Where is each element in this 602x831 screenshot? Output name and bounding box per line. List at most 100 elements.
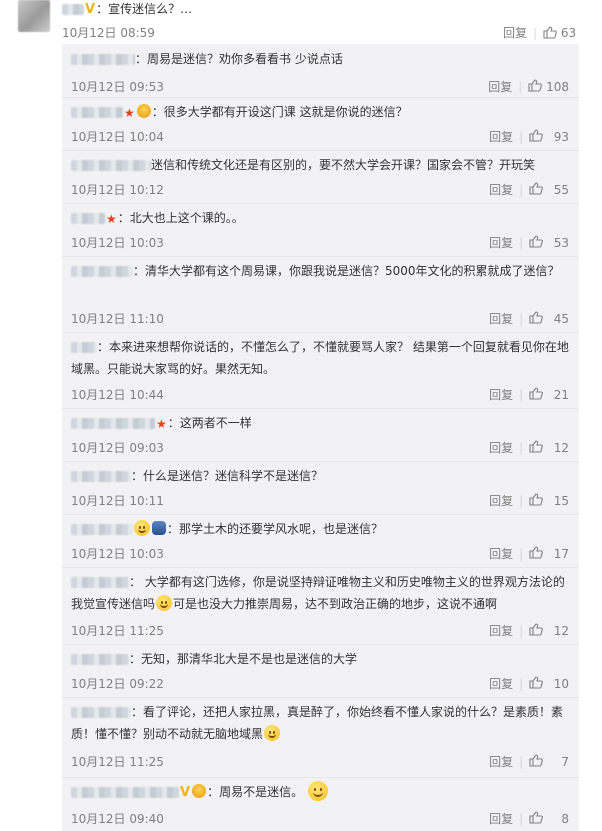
username-blurred[interactable] [71, 342, 97, 353]
reply-button[interactable]: 回复 [489, 494, 513, 508]
divider: | [519, 493, 524, 508]
reply-button[interactable]: 回复 [489, 236, 513, 250]
like-button[interactable]: 108 [528, 79, 569, 94]
like-button[interactable]: 17 [529, 546, 569, 561]
username-blurred[interactable] [71, 213, 105, 224]
reply-date: 10月12日 11:25 [71, 624, 164, 638]
like-button[interactable]: 7 [529, 754, 569, 769]
replies-panel: ：周易是迷信？劝你多看看书 少说点话 10月12日 09:53 回复 | 108 … [62, 44, 579, 831]
reply-button[interactable]: 回复 [489, 755, 513, 769]
like-count: 93 [553, 129, 569, 144]
divider: | [519, 129, 524, 144]
divider: | [519, 182, 524, 197]
reply-date: 10月12日 10:44 [71, 388, 164, 402]
thumbs-up-icon [529, 623, 544, 636]
reply-actions: 回复 | 15 [419, 492, 569, 509]
like-button[interactable]: 15 [529, 493, 569, 508]
reply-text: ：本来进来想帮你说话的，不懂怎么了，不懂就要骂人家？ 结果第一个回复就看见你在地… [71, 340, 569, 376]
divider: | [519, 546, 524, 561]
thumbs-up-icon [529, 440, 544, 453]
v-badge-icon: V [180, 784, 191, 800]
like-button[interactable]: 45 [529, 311, 569, 326]
parent-actions: 回复 | 63 [503, 24, 576, 41]
like-button[interactable]: 10 [529, 676, 569, 691]
reply-button[interactable]: 回复 [489, 812, 513, 826]
reply-item: ★：北大也上这个课的。。 10月12日 10:03 回复 | 53 [62, 203, 579, 257]
thumbs-up-icon [529, 546, 544, 559]
star-icon: ★ [156, 416, 167, 431]
thumbs-up-icon [529, 235, 544, 248]
like-count: 45 [553, 311, 569, 326]
username-blurred[interactable] [62, 4, 84, 15]
reply-text: ：那学土木的还要学风水呢，也是迷信？ [167, 522, 384, 536]
reply-button[interactable]: 回复 [489, 677, 513, 691]
laughing-emoji-icon [156, 595, 173, 611]
like-button[interactable]: 8 [529, 811, 569, 826]
like-button[interactable]: 53 [529, 235, 569, 250]
like-button[interactable]: 12 [529, 623, 569, 638]
reply-item: ：无知，那清华北大是不是也是迷信的大学 10月12日 09:22 回复 | 10 [62, 644, 579, 698]
reply-actions: 回复 | 53 [419, 234, 569, 251]
reply-date: 10月12日 10:04 [71, 130, 164, 144]
reply-button[interactable]: 回复 [489, 388, 513, 402]
reply-button[interactable]: 回复 [489, 547, 513, 561]
username-blurred[interactable] [71, 707, 131, 718]
username-blurred[interactable] [71, 418, 155, 429]
reply-button[interactable]: 回复 [503, 26, 527, 40]
username-blurred[interactable] [71, 471, 131, 482]
username-blurred[interactable] [71, 54, 135, 65]
reply-text: ：北大也上这个课的。。 [117, 211, 244, 225]
reply-button[interactable]: 回复 [489, 312, 513, 326]
reply-button[interactable]: 回复 [489, 183, 513, 197]
reply-date: 10月12日 10:11 [71, 494, 164, 508]
like-button[interactable]: 21 [529, 387, 569, 402]
like-button[interactable]: 93 [529, 129, 569, 144]
divider: | [519, 311, 524, 326]
username-blurred[interactable] [71, 107, 123, 118]
reply-button[interactable]: 回复 [489, 441, 513, 455]
avatar[interactable] [18, 0, 50, 32]
username-blurred[interactable] [71, 787, 179, 798]
reply-actions: 回复 | 17 [419, 545, 569, 562]
username-blurred[interactable] [71, 266, 133, 277]
reply-actions: 回复 | 55 [419, 181, 569, 198]
reply-text-continued: 可是也没大力推崇周易，达不到政治正确的地步，这说不通啊 [173, 597, 498, 611]
thumbs-up-icon [529, 493, 544, 506]
divider: | [519, 623, 524, 638]
reply-button[interactable]: 回复 [489, 624, 513, 638]
reply-date: 10月12日 10:03 [71, 547, 164, 561]
reply-item: V ：周易不是迷信。 10月12日 09:40 回复 | 8 [62, 777, 579, 831]
reply-date: 10月12日 09:53 [71, 80, 164, 94]
like-button[interactable]: 55 [529, 182, 569, 197]
username-blurred[interactable] [71, 654, 129, 665]
username-blurred[interactable] [71, 577, 129, 588]
username-blurred[interactable] [71, 524, 133, 535]
reply-date: 10月12日 09:22 [71, 677, 164, 691]
reply-date: 10月12日 11:10 [71, 312, 164, 326]
medal-badge-icon [192, 784, 207, 798]
reply-text: ：看了评论，还把人家拉黑，真是醉了，你始终看不懂人家说的什么？是素质！素质！懂不… [71, 705, 564, 741]
reply-text: ：这两者不一样 [167, 416, 252, 430]
reply-actions: 回复 | 10 [419, 675, 569, 692]
like-button[interactable]: 63 [543, 26, 576, 40]
thumbs-up-icon [529, 754, 544, 767]
reply-date: 10月12日 10:12 [71, 183, 164, 197]
reply-text: ：周易不是迷信。 [207, 785, 304, 799]
divider: | [518, 79, 523, 94]
reply-actions: 回复 | 12 [419, 622, 569, 639]
reply-item: ：看了评论，还把人家拉黑，真是醉了，你始终看不懂人家说的什么？是素质！素质！懂不… [62, 697, 579, 778]
like-button[interactable]: 12 [529, 440, 569, 455]
reply-button[interactable]: 回复 [488, 80, 512, 94]
username-blurred[interactable] [71, 160, 151, 171]
star-icon: ★ [106, 211, 117, 226]
badge-icon [152, 521, 166, 535]
reply-actions: 回复 | 8 [419, 810, 569, 827]
reply-button[interactable]: 回复 [489, 130, 513, 144]
reply-item: 迷信和传统文化还是有区别的，要不然大学会开课？国家会不管？开玩笑 10月12日 … [62, 150, 579, 204]
like-count: 17 [553, 546, 569, 561]
divider: | [519, 676, 524, 691]
thumbs-up-icon [529, 311, 544, 324]
divider: | [533, 26, 538, 40]
thumbs-up-icon [528, 79, 543, 92]
divider: | [519, 754, 524, 769]
